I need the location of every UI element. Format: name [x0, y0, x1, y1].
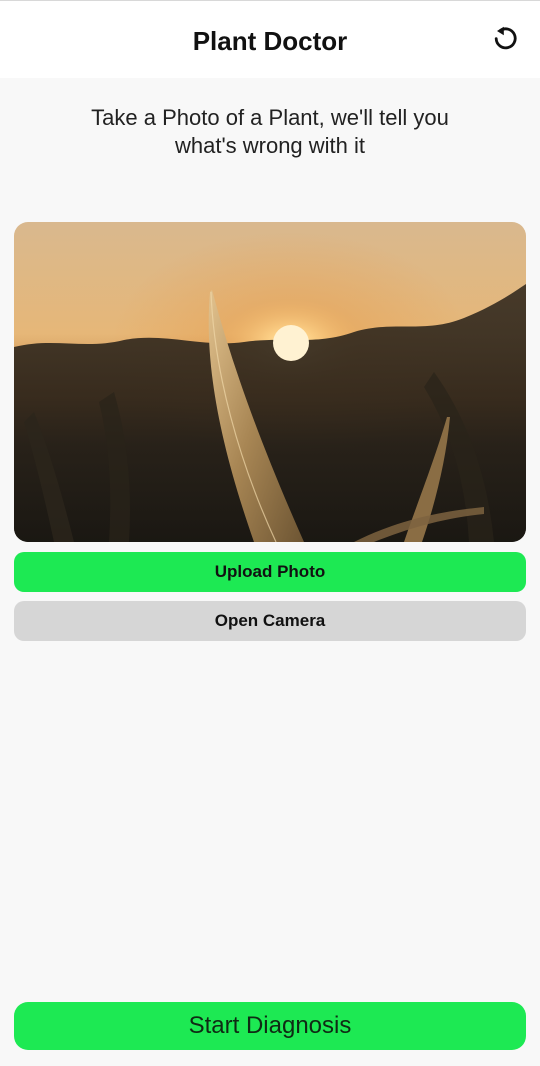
start-diagnosis-button[interactable]: Start Diagnosis	[14, 1002, 526, 1050]
refresh-icon	[491, 24, 519, 57]
upload-photo-button[interactable]: Upload Photo	[14, 552, 526, 592]
reset-button[interactable]	[488, 23, 522, 57]
plant-photo	[14, 222, 526, 542]
instructions-text: Take a Photo of a Plant, we'll tell you …	[40, 104, 500, 160]
instructions-line-1: Take a Photo of a Plant, we'll tell you	[91, 105, 449, 130]
instructions-line-2: what's wrong with it	[174, 133, 366, 158]
app-header: Plant Doctor	[0, 0, 540, 78]
open-camera-button[interactable]: Open Camera	[14, 601, 526, 641]
page-title: Plant Doctor	[192, 26, 348, 56]
